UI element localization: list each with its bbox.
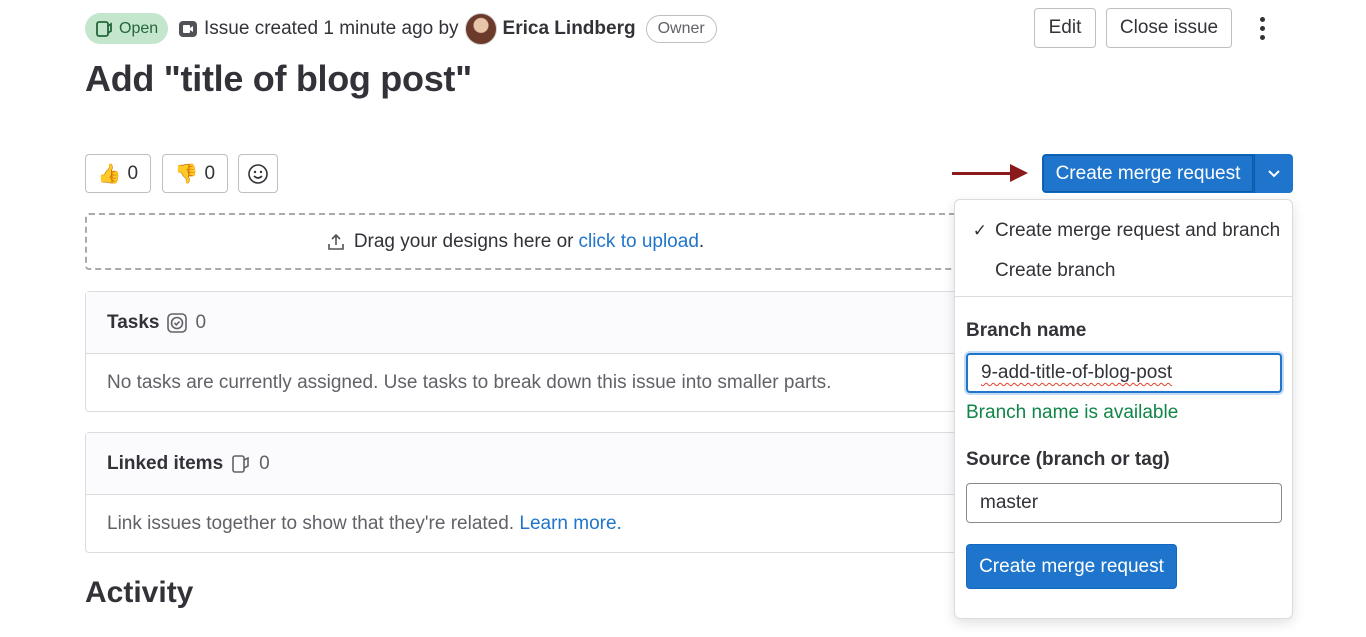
linked-items-body: Link issues together to show that they'r… — [86, 495, 1084, 552]
thumbs-down-icon: 👎 — [174, 163, 199, 185]
option-label: Create branch — [995, 260, 1116, 281]
create-merge-request-dropdown-toggle[interactable] — [1254, 154, 1293, 193]
owner-badge: Owner — [645, 14, 717, 43]
add-reaction-button[interactable] — [238, 154, 278, 193]
issue-open-icon — [96, 20, 112, 37]
source-value: master — [980, 492, 1039, 513]
submit-create-merge-request-button[interactable]: Create merge request — [966, 544, 1177, 589]
option-create-branch[interactable]: Create branch — [955, 251, 1292, 291]
task-done-icon — [167, 312, 188, 333]
source-input[interactable]: master — [966, 483, 1282, 523]
thumbs-up-icon: 👍 — [97, 163, 122, 185]
close-issue-button[interactable]: Close issue — [1106, 8, 1232, 48]
branch-status-text: Branch name is available — [966, 402, 1179, 423]
issue-type-icon — [179, 20, 197, 37]
tasks-card: Tasks 0 No tasks are currently assigned.… — [85, 291, 1085, 412]
option-label: Create merge request and branch — [995, 220, 1281, 241]
edit-button[interactable]: Edit — [1034, 8, 1096, 48]
thumbs-up-count: 0 — [127, 162, 139, 184]
author-link[interactable]: Erica Lindberg — [503, 18, 636, 40]
linked-items-card: Linked items 0 Link issues together to s… — [85, 432, 1085, 553]
source-label: Source (branch or tag) — [966, 449, 1170, 470]
dropzone-prompt: Drag your designs here or — [353, 230, 574, 252]
create-merge-request-dropdown: ✓ Create merge request and branch Create… — [954, 199, 1293, 619]
design-dropzone[interactable]: Drag your designs here or click to uploa… — [85, 213, 1085, 270]
thumbs-down-count: 0 — [204, 162, 216, 184]
option-create-mr-and-branch[interactable]: ✓ Create merge request and branch — [955, 211, 1292, 251]
tasks-empty-text: No tasks are currently assigned. Use tas… — [107, 371, 832, 393]
tasks-card-header: Tasks 0 — [86, 292, 1084, 354]
branch-name-value: 9-add-title-of-blog-post — [981, 362, 1173, 383]
thumbs-up-button[interactable]: 👍 0 — [85, 154, 151, 193]
dropzone-suffix: . — [698, 230, 705, 252]
status-label: Open — [119, 19, 159, 37]
branch-name-label: Branch name — [966, 320, 1087, 341]
learn-more-link[interactable]: Learn more. — [519, 513, 621, 535]
avatar[interactable] — [464, 12, 497, 45]
upload-icon — [328, 233, 344, 250]
tasks-count: 0 — [195, 311, 207, 333]
create-merge-request-button[interactable]: Create merge request — [1042, 154, 1254, 193]
check-icon: ✓ — [972, 221, 987, 240]
thumbs-down-button[interactable]: 👎 0 — [162, 154, 228, 193]
branch-name-input[interactable]: 9-add-title-of-blog-post — [966, 353, 1282, 393]
tasks-title: Tasks — [107, 311, 160, 333]
annotation-arrow-shaft — [952, 172, 1014, 175]
dropdown-divider — [955, 296, 1292, 297]
linked-items-empty-text: Link issues together to show that they'r… — [107, 512, 515, 534]
linked-issue-icon — [232, 454, 249, 473]
created-text: Issue created 1 minute ago by — [204, 17, 459, 39]
click-to-upload-link[interactable]: click to upload — [578, 231, 698, 252]
chevron-down-icon — [1268, 169, 1280, 177]
smiley-icon — [248, 163, 268, 184]
more-actions-icon[interactable] — [1252, 14, 1272, 42]
linked-items-count: 0 — [259, 452, 270, 474]
issue-meta: Issue created 1 minute ago by Erica Lind… — [178, 12, 717, 45]
status-badge: Open — [85, 13, 168, 44]
activity-heading: Activity — [85, 576, 194, 609]
annotation-arrow-head — [1010, 164, 1028, 182]
page-title: Add "title of blog post" — [85, 58, 472, 99]
linked-items-title: Linked items — [107, 452, 224, 474]
linked-items-header: Linked items 0 — [86, 433, 1084, 495]
